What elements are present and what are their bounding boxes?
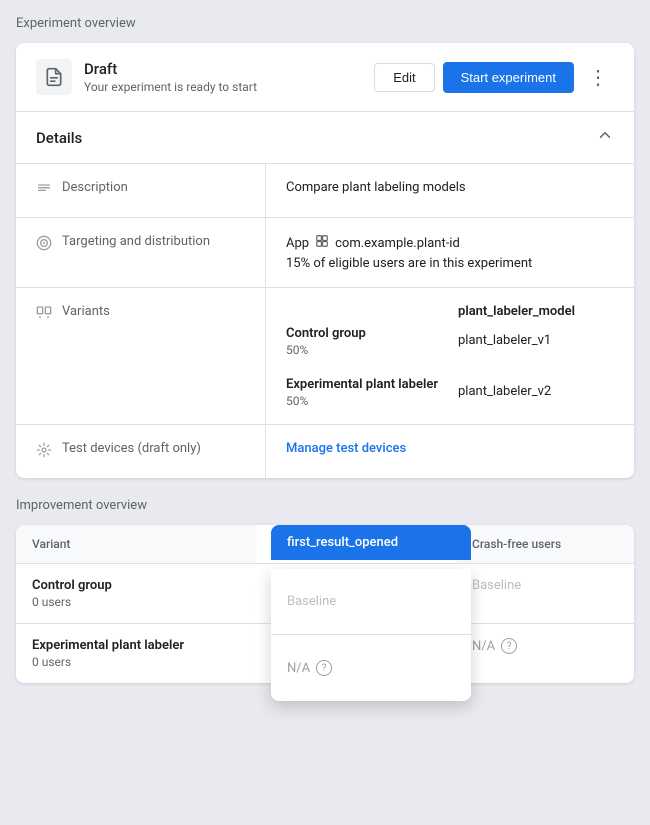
- test-devices-value-cell: Manage test devices: [266, 425, 634, 478]
- experimental-model: plant_labeler_v2: [458, 384, 614, 399]
- targeting-icon: [36, 235, 52, 255]
- collapse-icon[interactable]: [596, 126, 614, 149]
- more-options-button[interactable]: ⋮: [582, 61, 614, 94]
- variants-value-cell: Control group 50% Experimental plant lab…: [266, 288, 634, 424]
- experimental-pct: 50%: [286, 394, 442, 408]
- experimental-cell: Experimental plant labeler 0 users: [16, 624, 256, 684]
- description-value-cell: Compare plant labeling models: [266, 164, 634, 217]
- variant-column-header: plant_labeler_model: [458, 304, 614, 319]
- variants-names: Control group 50% Experimental plant lab…: [286, 304, 442, 408]
- first-result-column-header: first_result_opened: [271, 525, 471, 560]
- variants-models: plant_labeler_model plant_labeler_v1 pla…: [458, 304, 614, 408]
- description-label-cell: Description: [16, 164, 266, 217]
- experimental-row-name: Experimental plant labeler: [32, 638, 240, 653]
- control-group-cell: Control group 0 users: [16, 564, 256, 624]
- test-devices-label-cell: Test devices (draft only): [16, 425, 266, 478]
- col-variant-header: Variant: [16, 525, 256, 564]
- draft-header: Draft Your experiment is ready to start …: [16, 43, 634, 111]
- targeting-app-row: App com.example.plant-id: [286, 234, 614, 252]
- experiment-card: Draft Your experiment is ready to start …: [16, 43, 634, 478]
- targeting-value-cell: App com.example.plant-id 15% of eligible…: [266, 218, 634, 287]
- draft-label: Draft: [84, 60, 374, 78]
- improvement-overview-title: Improvement overview: [16, 498, 634, 513]
- start-experiment-button[interactable]: Start experiment: [443, 62, 574, 93]
- crash-free-help-icon[interactable]: ?: [501, 638, 517, 654]
- improvement-card: first_result_opened Variant first_result…: [16, 525, 634, 683]
- control-group-row-users: 0 users: [32, 595, 240, 609]
- control-group-variant: Control group 50%: [286, 326, 442, 357]
- first-result-floating-body: Baseline N/A ?: [271, 569, 471, 701]
- test-devices-icon: [36, 442, 52, 462]
- col-crash-free-header: Crash-free users: [456, 525, 634, 564]
- experimental-row-users: 0 users: [32, 655, 240, 669]
- control-crash-free-cell: Baseline: [456, 564, 634, 624]
- variants-label-cell: Variants: [16, 288, 266, 424]
- manage-test-devices-link[interactable]: Manage test devices: [286, 441, 406, 456]
- draft-actions: Edit Start experiment ⋮: [374, 61, 614, 94]
- experimental-name: Experimental plant labeler: [286, 377, 442, 392]
- targeting-subtitle: 15% of eligible users are in this experi…: [286, 256, 614, 271]
- targeting-label-cell: Targeting and distribution: [16, 218, 266, 287]
- targeting-app-id: com.example.plant-id: [335, 236, 460, 251]
- first-result-experimental-cell: N/A ?: [271, 635, 471, 701]
- draft-subtitle: Your experiment is ready to start: [84, 80, 374, 94]
- variants-icon: [36, 305, 52, 325]
- targeting-label: Targeting and distribution: [62, 234, 210, 249]
- control-group-pct: 50%: [286, 343, 442, 357]
- first-result-na-cell: N/A ?: [287, 660, 332, 676]
- draft-icon: [36, 59, 72, 95]
- description-icon: [36, 181, 52, 201]
- targeting-app-prefix: App: [286, 236, 309, 251]
- control-group-row-name: Control group: [32, 578, 240, 593]
- description-label: Description: [62, 180, 128, 195]
- experimental-variant: Experimental plant labeler 50%: [286, 377, 442, 408]
- targeting-row: Targeting and distribution App com.examp…: [16, 218, 634, 288]
- experimental-crash-free-na: N/A ?: [472, 638, 618, 654]
- app-icon: [315, 234, 329, 252]
- experiment-overview-title: Experiment overview: [16, 16, 634, 31]
- edit-button[interactable]: Edit: [374, 63, 434, 92]
- description-row: Description Compare plant labeling model…: [16, 164, 634, 218]
- draft-info: Draft Your experiment is ready to start: [84, 60, 374, 94]
- details-title: Details: [36, 129, 82, 147]
- description-value: Compare plant labeling models: [286, 180, 466, 195]
- first-result-help-icon[interactable]: ?: [316, 660, 332, 676]
- first-result-control-cell: Baseline: [271, 569, 471, 635]
- more-vert-icon: ⋮: [588, 65, 608, 90]
- control-group-model: plant_labeler_v1: [458, 333, 614, 348]
- details-header: Details: [16, 111, 634, 164]
- test-devices-label: Test devices (draft only): [62, 441, 201, 456]
- variants-row: Variants Control group 50% Experimental …: [16, 288, 634, 425]
- variants-label: Variants: [62, 304, 110, 319]
- experimental-crash-free-cell: N/A ?: [456, 624, 634, 684]
- test-devices-row: Test devices (draft only) Manage test de…: [16, 425, 634, 478]
- control-group-name: Control group: [286, 326, 442, 341]
